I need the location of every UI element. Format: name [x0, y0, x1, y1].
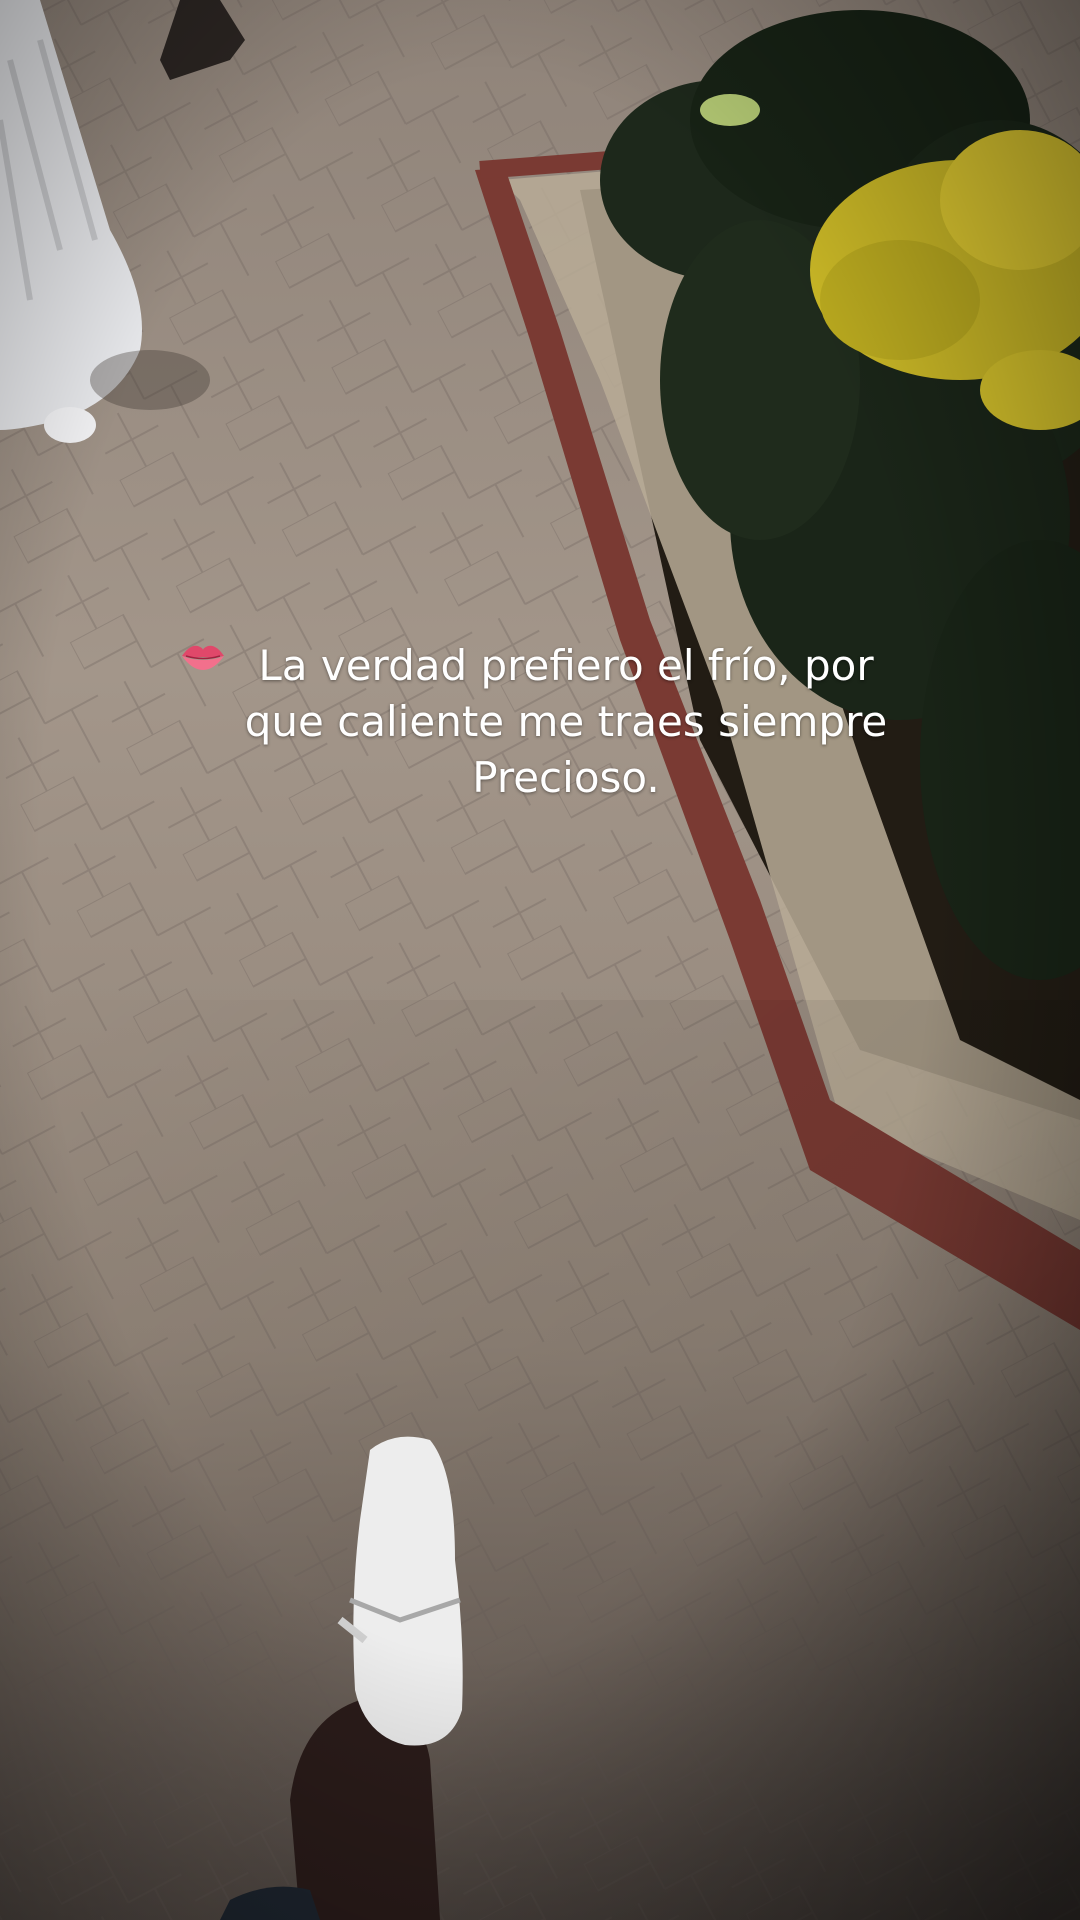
- background-photo: [0, 0, 1080, 1920]
- video-frame: La verdad prefiero el frío, por que cali…: [0, 0, 1080, 1920]
- caption-line-1: La verdad prefiero el frío, por: [258, 641, 874, 690]
- caption-emoji-row: [180, 645, 952, 860]
- caption-line-2: que caliente me traes siempre: [244, 697, 888, 746]
- lips-icon: [182, 645, 224, 670]
- caption-line-3: Precioso.: [472, 753, 660, 802]
- video-caption: La verdad prefiero el frío, por que cali…: [180, 638, 952, 860]
